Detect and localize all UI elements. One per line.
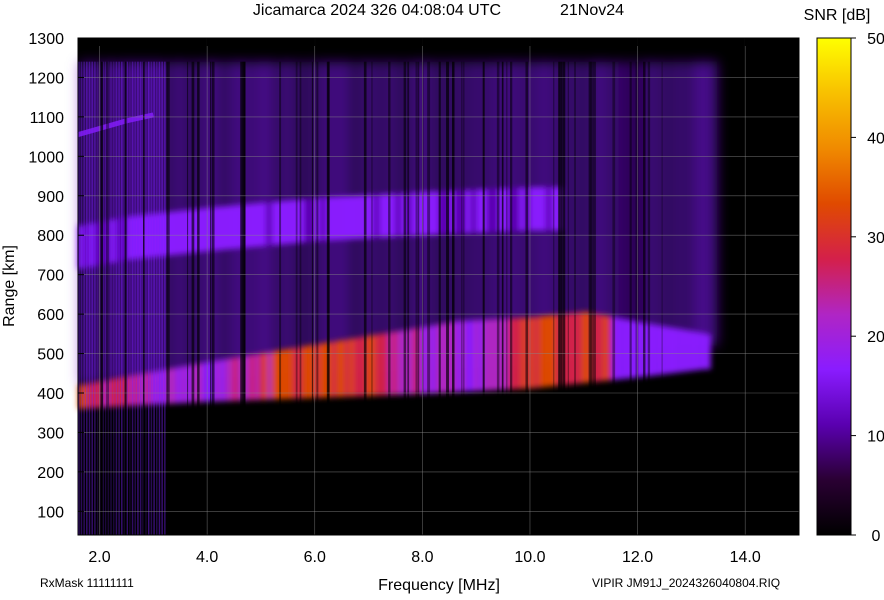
y-tick-label: 1000 <box>28 149 64 166</box>
colorbar-tick-label: 20 <box>867 329 884 346</box>
colorbar: 0 10 20 30 40 50 <box>816 31 884 545</box>
x-axis-label: Frequency [MHz] <box>378 577 500 594</box>
file-label: VIPIR JM91J_2024326040804.RIQ <box>592 576 780 590</box>
y-tick-label: 200 <box>37 465 64 482</box>
colorbar-tick-label: 10 <box>867 429 884 446</box>
chart-title: Jicamarca 2024 326 04:08:04 UTC <box>253 2 501 19</box>
colorbar-title: SNR [dB] <box>804 7 871 24</box>
x-tick-label: 12.0 <box>622 549 653 566</box>
colorbar-tick-label: 30 <box>867 230 884 247</box>
y-tick-label: 1100 <box>30 110 65 127</box>
colorbar-tick-label: 50 <box>867 31 884 48</box>
y-tick-label: 300 <box>37 425 64 442</box>
y-tick-label: 1200 <box>28 70 64 87</box>
y-tick-label: 700 <box>37 268 64 285</box>
chart-date: 21Nov24 <box>560 2 624 19</box>
colorbar-tick-label: 40 <box>867 130 884 147</box>
y-tick-label: 100 <box>37 504 64 521</box>
y-tick-label: 400 <box>37 386 64 403</box>
rxmask-label: RxMask 11111111 <box>40 576 134 590</box>
colorbar-ticks: 0 10 20 30 40 50 <box>851 31 884 545</box>
x-tick-label: 2.0 <box>88 549 110 566</box>
y-tick-label: 1300 <box>28 31 64 48</box>
colorbar-gradient <box>816 37 852 536</box>
plot-area: 2.0 4.0 6.0 8.0 10.0 12.0 14.0 100 200 300 400 500… <box>28 31 800 566</box>
y-tick-label: 800 <box>37 228 64 245</box>
colorbar-tick-label: 0 <box>872 528 881 545</box>
x-tick-label: 6.0 <box>304 549 326 566</box>
x-tick-label: 14.0 <box>730 549 761 566</box>
y-tick-label: 900 <box>37 189 64 206</box>
y-tick-label: 500 <box>37 347 64 364</box>
x-tick-label: 10.0 <box>514 549 545 566</box>
y-axis-ticks: 100 200 300 400 500 600 700 800 900 1000 1100 1200 1… <box>28 31 84 521</box>
y-axis-label: Range [km] <box>1 245 18 327</box>
y-tick-label: 600 <box>37 307 64 324</box>
ionogram-chart: Jicamarca 2024 326 04:08:04 UTC 21Nov24 … <box>1 2 884 594</box>
x-tick-label: 4.0 <box>196 549 218 566</box>
x-tick-label: 8.0 <box>411 549 433 566</box>
